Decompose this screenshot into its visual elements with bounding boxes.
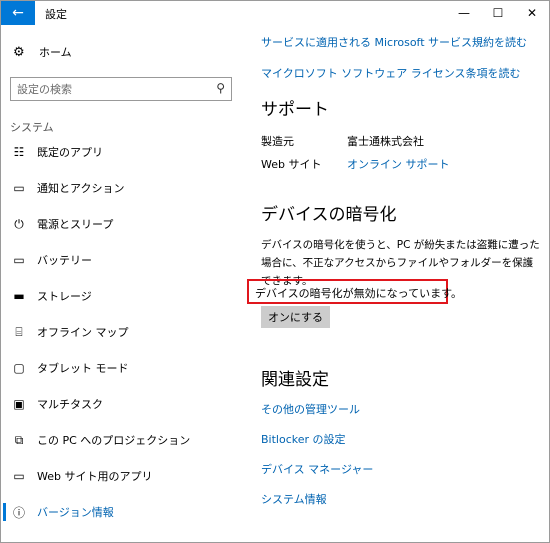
sidebar-item-about[interactable]: ⓘ バージョン情報	[1, 497, 239, 527]
battery-icon: ▭	[13, 253, 25, 267]
close-icon: ✕	[526, 6, 538, 20]
search-icon[interactable]: ⚲	[216, 81, 225, 95]
arrow-left-icon: ←	[12, 5, 24, 21]
manufacturer-value: 富士通株式会社	[347, 135, 424, 148]
window-title: 設定	[45, 8, 67, 21]
storage-icon: ▬	[13, 289, 25, 303]
sidebar-item-multitasking[interactable]: ▣ マルチタスク	[1, 389, 239, 419]
default-apps-icon: ☷	[13, 145, 25, 159]
encryption-heading: デバイスの暗号化	[261, 205, 397, 225]
settings-window: ← 設定 — ☐ ✕ ⚙ ホーム ⚲ システム ☷ 既定のアプリ ▭ 通知とアク…	[0, 0, 550, 543]
back-button[interactable]: ←	[1, 1, 35, 25]
software-license-terms-link[interactable]: マイクロソフト ソフトウェア ライセンス条項を読む	[261, 65, 521, 81]
admin-tools-link[interactable]: その他の管理ツール	[261, 401, 360, 417]
main-content: サービスに適用される Microsoft サービス規約を読む マイクロソフト ソ…	[239, 25, 549, 542]
sidebar: ⚙ ホーム ⚲ システム ☷ 既定のアプリ ▭ 通知とアクション ⏻ 電源とスリ…	[1, 25, 239, 542]
minimize-icon: —	[458, 6, 470, 20]
device-manager-link[interactable]: デバイス マネージャー	[261, 461, 373, 477]
sidebar-item-tablet-mode[interactable]: ▢ タブレット モード	[1, 353, 239, 383]
maximize-icon: ☐	[492, 6, 504, 20]
sidebar-item-default-apps[interactable]: ☷ 既定のアプリ	[1, 137, 239, 167]
close-button[interactable]: ✕	[515, 1, 549, 25]
microsoft-services-terms-link[interactable]: サービスに適用される Microsoft サービス規約を読む	[261, 34, 527, 50]
gear-icon: ⚙	[13, 44, 25, 60]
website-key: Web サイト	[261, 158, 322, 171]
minimize-button[interactable]: —	[447, 1, 481, 25]
sidebar-item-label: オフライン マップ	[37, 326, 129, 339]
home-label: ホーム	[39, 46, 72, 59]
sidebar-item-label: この PC へのプロジェクション	[37, 434, 191, 447]
projection-icon: ⧉	[14, 432, 24, 447]
sidebar-item-label: マルチタスク	[37, 398, 103, 411]
sidebar-item-battery[interactable]: ▭ バッテリー	[1, 245, 239, 275]
bitlocker-settings-link[interactable]: Bitlocker の設定	[261, 431, 346, 447]
encryption-status-highlight: デバイスの暗号化が無効になっています。	[247, 279, 462, 304]
sidebar-item-label: 既定のアプリ	[37, 146, 103, 159]
sidebar-item-projection[interactable]: ⧉ この PC へのプロジェクション	[1, 425, 239, 455]
system-info-link[interactable]: システム情報	[261, 491, 327, 507]
related-settings-heading: 関連設定	[261, 370, 329, 390]
offline-maps-icon: ⌸	[15, 324, 23, 339]
sidebar-item-label: バッテリー	[37, 254, 92, 267]
power-icon: ⏻	[14, 216, 24, 231]
tablet-mode-icon: ▢	[13, 361, 25, 375]
multitasking-icon: ▣	[13, 397, 25, 411]
sidebar-item-apps-for-websites[interactable]: ▭ Web サイト用のアプリ	[1, 461, 239, 491]
active-indicator	[3, 503, 6, 521]
sidebar-item-offline-maps[interactable]: ⌸ オフライン マップ	[1, 317, 239, 347]
title-bar: ← 設定 — ☐ ✕	[1, 1, 549, 25]
encryption-status-text: デバイスの暗号化が無効になっています。	[255, 287, 463, 300]
sidebar-item-label: バージョン情報	[37, 506, 114, 519]
section-label-system: システム	[10, 121, 54, 134]
notifications-icon: ▭	[13, 181, 25, 195]
sidebar-item-label: Web サイト用のアプリ	[37, 470, 153, 483]
manufacturer-key: 製造元	[261, 135, 294, 148]
sidebar-item-label: ストレージ	[37, 290, 92, 303]
sidebar-item-label: 電源とスリープ	[37, 218, 114, 231]
sidebar-item-notifications[interactable]: ▭ 通知とアクション	[1, 173, 239, 203]
turn-on-button[interactable]: オンにする	[261, 306, 330, 328]
info-icon: ⓘ	[12, 505, 25, 520]
support-heading: サポート	[261, 100, 329, 120]
sidebar-item-label: タブレット モード	[37, 362, 129, 375]
sidebar-item-power[interactable]: ⏻ 電源とスリープ	[1, 209, 239, 239]
sidebar-item-label: 通知とアクション	[37, 182, 125, 195]
apps-for-websites-icon: ▭	[13, 469, 25, 483]
search-box[interactable]: ⚲	[10, 77, 232, 101]
online-support-link[interactable]: オンライン サポート	[347, 156, 450, 172]
home-nav-item[interactable]: ⚙ ホーム	[13, 42, 72, 62]
sidebar-item-storage[interactable]: ▬ ストレージ	[1, 281, 239, 311]
search-input[interactable]	[17, 78, 207, 101]
maximize-button[interactable]: ☐	[481, 1, 515, 25]
